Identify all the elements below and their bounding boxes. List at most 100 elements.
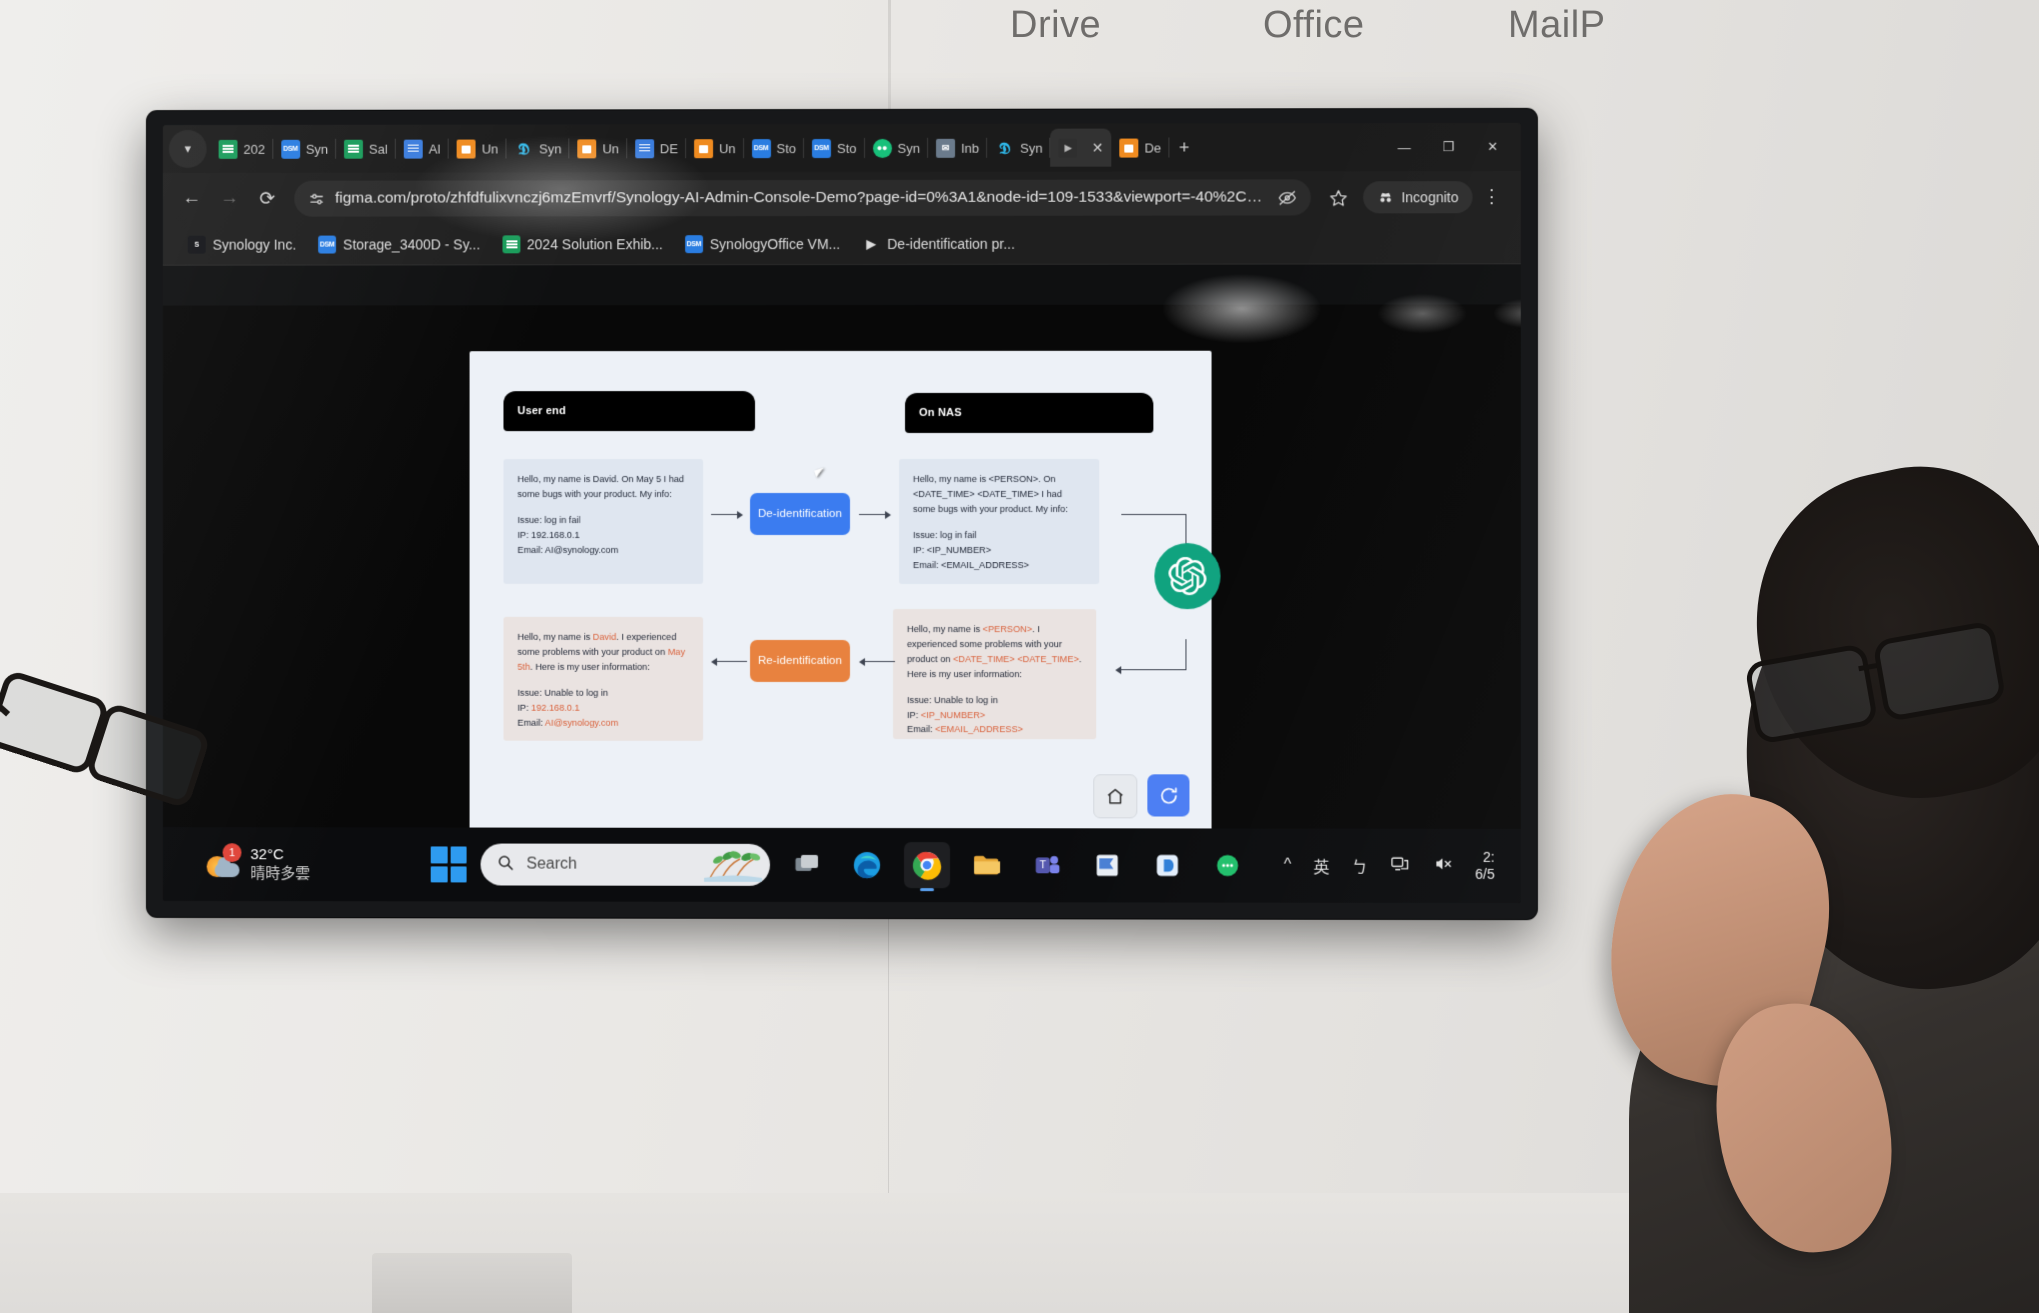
tab-label: Inb (961, 140, 979, 155)
reload-icon[interactable] (1147, 774, 1189, 816)
nas-response-box: Hello, my name is <PERSON>. I experience… (893, 609, 1096, 739)
re-identification-node[interactable]: Re-identification (750, 640, 850, 682)
bookmark-label: Synology Inc. (213, 237, 297, 253)
bookmark-item[interactable]: DSM SynologyOffice VM... (674, 235, 851, 253)
chrome-browser-window: ▾ 202 DSM Syn Sal AI Un 𝕯 Syn Un DE Un D… (163, 123, 1521, 266)
folder-icon[interactable] (964, 842, 1010, 888)
reload-button[interactable]: ⟳ (248, 180, 286, 218)
ime-mode-icon[interactable]: 英 (1313, 854, 1329, 878)
edge-icon[interactable] (844, 842, 890, 888)
browser-tab[interactable]: DE (627, 129, 686, 167)
synology-drive-icon[interactable] (1144, 842, 1190, 888)
user-response-paragraph: Hello, my name is David. I experienced s… (517, 630, 689, 675)
minimize-button[interactable]: — (1382, 127, 1426, 167)
network-icon[interactable] (1390, 854, 1410, 877)
show-hidden-icons-button[interactable]: ^ (1284, 857, 1292, 875)
windows-start-icon[interactable] (431, 846, 467, 882)
browser-tab[interactable]: Un (449, 130, 506, 168)
figma-icon (1120, 138, 1139, 157)
google-sheets-icon (502, 235, 520, 253)
browser-tab[interactable]: DSM Syn (273, 130, 336, 168)
home-icon[interactable] (1093, 774, 1137, 818)
chrome-icon[interactable] (904, 842, 950, 888)
browser-menu-button[interactable]: ⋮ (1473, 178, 1511, 216)
bookmark-label: SynologyOffice VM... (710, 236, 840, 252)
weather-text: 32°C 晴時多雲 (250, 845, 310, 883)
synology-drive-icon: 𝕯 (995, 138, 1014, 157)
browser-tab[interactable]: Un (686, 129, 744, 167)
close-icon[interactable]: ✕ (1092, 139, 1104, 156)
browser-tab[interactable]: De (1111, 128, 1169, 166)
new-tab-button[interactable]: + (1169, 132, 1199, 162)
teams-icon[interactable]: T (1024, 842, 1070, 888)
close-window-button[interactable]: ✕ (1471, 127, 1515, 167)
de-identification-label: De-identification (758, 508, 842, 520)
synology-chat-icon[interactable] (1205, 842, 1251, 888)
browser-tab[interactable]: 𝕯 Syn (987, 129, 1050, 167)
bookmark-item[interactable]: DSM Storage_3400D - Sy... (307, 235, 491, 253)
ime-bopomofo-icon[interactable]: ㄅ (1352, 854, 1368, 878)
onenote-icon[interactable] (1084, 842, 1130, 888)
nas-deidentified-box: Hello, my name is <PERSON>. On <DATE_TIM… (899, 459, 1099, 584)
forward-button[interactable]: → (211, 180, 249, 218)
browser-tab-active[interactable]: ▶ ✕ (1051, 129, 1112, 167)
browser-tab[interactable]: Sal (336, 130, 396, 168)
tune-icon[interactable] (308, 190, 325, 207)
eye-off-icon[interactable] (1278, 188, 1297, 207)
tab-label: Syn (306, 141, 328, 156)
bookmarks-bar: S Synology Inc. DSM Storage_3400D - Sy..… (163, 223, 1521, 265)
incognito-indicator[interactable]: Incognito (1363, 181, 1472, 213)
user-response-issue: Issue: Unable to log in (517, 685, 689, 700)
google-slides-icon (578, 139, 597, 158)
windows-taskbar: 1 32°C 晴時多雲 Search T ^ 英 ㄅ 2: 6/5 (163, 827, 1521, 903)
task-view-icon[interactable] (784, 842, 830, 888)
bookmark-item[interactable]: ▶ De-identification pr... (851, 235, 1026, 253)
star-icon[interactable] (1319, 178, 1357, 216)
google-docs-icon (404, 139, 423, 158)
search-input[interactable]: Search (481, 844, 770, 886)
browser-tab[interactable]: ●● Syn (865, 129, 928, 167)
browser-tab[interactable]: AI (396, 130, 449, 168)
svg-text:T: T (1040, 861, 1047, 872)
play-icon: ▶ (1059, 138, 1078, 157)
wall-sign-mailplus: MailP (1508, 4, 1606, 47)
system-tray: ^ 英 ㄅ 2: 6/5 (1284, 848, 1495, 883)
tab-label: Syn (1020, 140, 1042, 155)
bookmark-item[interactable]: 2024 Solution Exhib... (491, 235, 674, 253)
synology-s-icon: S (188, 236, 206, 254)
taskbar-clock[interactable]: 2: 6/5 (1475, 848, 1495, 883)
prototype-actions (1093, 774, 1189, 818)
weather-description: 晴時多雲 (250, 864, 310, 883)
re-identification-label: Re-identification (758, 655, 842, 667)
browser-tab[interactable]: Un (570, 129, 628, 167)
address-bar[interactable]: figma.com/proto/zhfdfulixvnczj6mzEmvrf/S… (294, 179, 1311, 216)
monitor-screen: ▾ 202 DSM Syn Sal AI Un 𝕯 Syn Un DE Un D… (163, 123, 1521, 903)
google-slides-icon (457, 139, 476, 158)
tab-label: AI (429, 141, 441, 156)
sun-cloud-icon: 1 (207, 847, 241, 881)
taskbar-center-cluster: Search T (431, 841, 1251, 888)
lane-header-user-end: User end (503, 391, 755, 431)
user-request-email: Email: AI@synology.com (517, 543, 689, 558)
weather-widget[interactable]: 1 32°C 晴時多雲 (207, 845, 311, 883)
notification-badge: 1 (223, 843, 242, 862)
dsm-icon: DSM (752, 139, 771, 158)
google-sheets-icon (344, 139, 363, 158)
browser-tab[interactable]: DSM Sto (744, 129, 804, 167)
browser-tab[interactable]: 202 (211, 130, 273, 168)
browser-tab[interactable]: 𝕯 Syn (506, 129, 569, 167)
de-identification-node[interactable]: De-identification (750, 493, 850, 535)
bookmark-label: 2024 Solution Exhib... (527, 236, 663, 252)
back-button[interactable]: ← (173, 180, 211, 218)
volume-mute-icon[interactable] (1432, 854, 1453, 877)
nas-deid-line1: Hello, my name is <PERSON>. On <DATE_TIM… (913, 472, 1085, 517)
chevron-down-icon[interactable]: ▾ (169, 130, 207, 168)
bookmark-item[interactable]: S Synology Inc. (177, 236, 307, 254)
browser-tab[interactable]: DSM Sto (804, 129, 865, 167)
dsm-icon: DSM (281, 139, 300, 158)
tab-label: Un (719, 141, 736, 156)
maximize-button[interactable]: ❐ (1426, 127, 1470, 167)
tab-label: De (1145, 140, 1162, 155)
browser-tab[interactable]: ✉ Inb (928, 129, 987, 167)
user-request-line1: Hello, my name is David. On May 5 I had … (517, 472, 689, 502)
